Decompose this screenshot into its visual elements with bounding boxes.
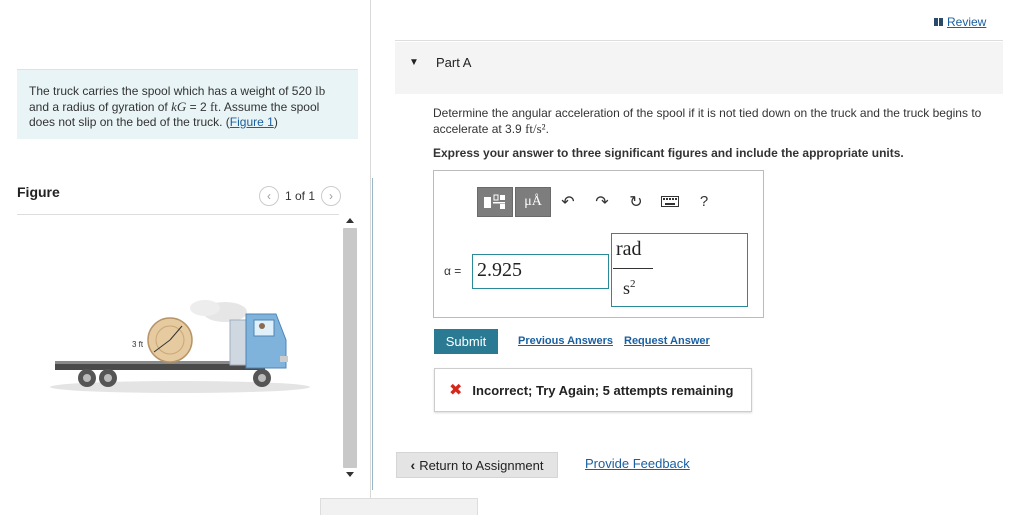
collapse-arrow-icon[interactable]: ▼ [409,57,419,68]
feedback-message: ✖ Incorrect; Try Again; 5 attempts remai… [434,368,752,412]
help-icon[interactable]: ? [687,187,721,217]
panel-divider [370,0,371,515]
value-input[interactable]: 2.925 [472,254,609,289]
figure-divider [17,214,339,215]
chevron-left-icon: ‹ [410,457,416,473]
part-header[interactable] [395,42,1003,94]
templates-icon[interactable] [477,186,513,217]
variable-label: α = [444,264,462,278]
weight-unit: lb [315,83,326,98]
problem-statement: The truck carries the spool which has a … [17,69,358,139]
return-to-assignment-button[interactable]: ‹ Return to Assignment [396,452,558,478]
kg-unit: ft [209,99,218,114]
wheel [99,369,117,387]
submit-button[interactable]: Submit [434,329,498,354]
undo-icon[interactable]: ↶ [551,187,585,217]
previous-answers-link[interactable]: Previous Answers [518,335,613,347]
redo-icon[interactable]: ↷ [585,187,619,217]
error-icon: ✖ [449,382,463,399]
figure-link[interactable]: Figure 1 [230,115,274,129]
part-label[interactable]: Part A [436,55,471,70]
cabin-back [229,319,249,366]
fraction-bar [613,268,653,269]
exhaust-cloud [190,300,220,316]
provide-feedback-link[interactable]: Provide Feedback [585,456,690,471]
top-rule [395,40,1003,41]
acceleration-unit: ft/s² [525,121,546,136]
instruction-text: Express your answer to three significant… [433,146,904,160]
wheel [253,369,271,387]
wheel [78,369,96,387]
chevron-left-icon[interactable]: ‹ [259,186,279,206]
driver [259,323,265,329]
units-icon[interactable]: μÅ [515,186,551,217]
request-answer-link[interactable]: Request Answer [624,335,710,347]
panel-divider-accent [372,178,373,490]
review-icon [934,18,943,26]
math-toolbar: μÅ ↶ ↷ ↻ ? [477,185,721,218]
unit-denominator: s2 [623,278,636,298]
reset-icon[interactable]: ↻ [619,187,653,217]
figure-pager: ‹ 1 of 1 › [259,185,342,207]
bumper [280,356,288,362]
scroll-thumb[interactable] [343,228,357,468]
bottom-toolbar-strip [320,498,478,515]
truck-illustration: 3 ft [50,300,310,393]
scroll-up-icon[interactable] [346,218,354,223]
scroll-down-icon[interactable] [346,472,354,477]
review-link[interactable]: Review [934,15,986,29]
chevron-right-icon[interactable]: › [321,186,342,206]
unit-numerator: rad [616,238,642,260]
kg-symbol: kG [171,99,187,114]
dim-label: 3 ft [132,340,144,349]
pager-text: 1 of 1 [285,189,316,203]
question-text: Determine the angular acceleration of th… [433,106,982,136]
keyboard-icon[interactable] [653,187,687,217]
figure-title: Figure [17,184,60,200]
